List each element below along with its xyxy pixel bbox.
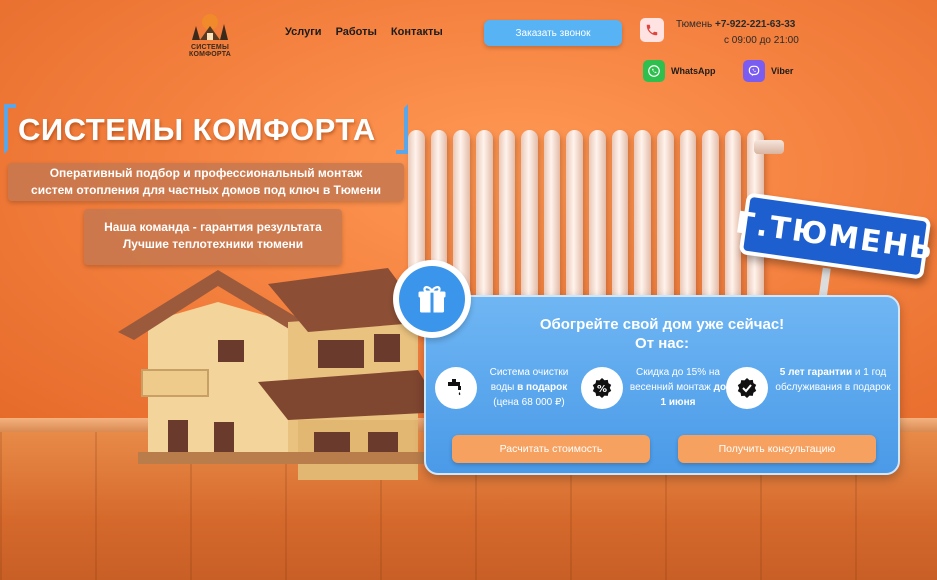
logo-house-icon [192,14,228,40]
hero-subtitle-line1: Оперативный подбор и профессиональный мо… [49,166,363,180]
viber-label: Viber [771,66,794,76]
offer-title-line1: Обогрейте свой дом уже сейчас! [539,316,785,333]
check-badge-icon [726,367,768,409]
offer-card: Обогрейте свой дом уже сейчас! От нас: С… [424,295,900,475]
svg-text:%: % [597,384,607,395]
whatsapp-icon [643,60,665,82]
offer-title: Обогрейте свой дом уже сейчас! От нас: [426,315,898,353]
main-nav: Услуги Работы Контакты [285,26,443,38]
gift-badge [393,260,471,338]
working-hours: с 09:00 до 21:00 [724,35,799,46]
feature-text: Система очистки воды в подарок (цена 68 … [489,367,569,408]
team-line2: Лучшие теплотехники тюмени [122,237,304,251]
callback-button[interactable]: Заказать звонок [484,20,622,46]
city-label: Тюмень [676,19,713,30]
whatsapp-label: WhatsApp [671,66,716,76]
feature-discount: % Скидка до 15% на весенний монтаж до 1 … [581,365,729,410]
phone-number[interactable]: +7-922-221-63-33 [715,19,795,30]
title-bracket-right [396,104,408,154]
feature-text: 5 лет гарантии и 1 год обслуживания в по… [775,367,891,393]
team-line1: Наша команда - гарантия результата [104,220,322,234]
gift-icon [418,286,446,313]
offer-title-line2: От нас: [635,335,689,352]
logo-text: СИСТЕМЫ КОМФОРТА [188,44,232,58]
title-bracket-left [4,104,16,154]
contact-city-phone: Тюмень +7-922-221-63-33 [676,19,795,30]
calculate-cost-button[interactable]: Расчитать стоимость [452,435,650,463]
hero-subtitle: Оперативный подбор и профессиональный мо… [8,163,404,201]
nav-item-works[interactable]: Работы [336,26,377,38]
nav-item-services[interactable]: Услуги [285,26,322,38]
nav-item-contacts[interactable]: Контакты [391,26,443,38]
viber-icon [743,60,765,82]
hero-title: СИСТЕМЫ КОМФОРТА [18,112,376,147]
feature-water-filter: Система очистки воды в подарок (цена 68 … [435,365,577,410]
feature-warranty: 5 лет гарантии и 1 год обслуживания в по… [726,365,894,409]
hero-team-box: Наша команда - гарантия результата Лучши… [84,209,342,265]
hero-subtitle-line2: систем отопления для частных домов под к… [31,183,381,197]
feature-text: Скидка до 15% на весенний монтаж до 1 ию… [629,367,727,408]
get-consultation-button[interactable]: Получить консультацию [678,435,876,463]
whatsapp-link[interactable]: WhatsApp [643,60,716,82]
viber-link[interactable]: Viber [743,60,793,82]
phone-icon[interactable] [640,18,664,42]
logo[interactable]: СИСТЕМЫ КОМФОРТА [170,12,250,58]
faucet-icon [435,367,477,409]
percent-icon: % [581,367,623,409]
